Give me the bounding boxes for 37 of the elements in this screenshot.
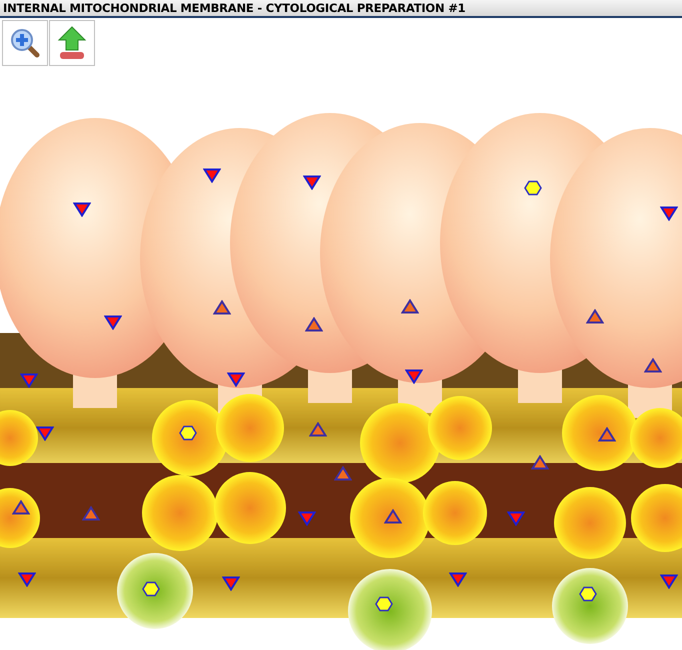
down-triangle-marker[interactable] bbox=[36, 426, 54, 441]
up-triangle-marker[interactable] bbox=[82, 506, 100, 521]
up-triangle-marker[interactable] bbox=[334, 466, 352, 481]
down-triangle-marker[interactable] bbox=[203, 168, 221, 183]
up-triangle-marker[interactable] bbox=[12, 500, 30, 515]
down-triangle-marker[interactable] bbox=[405, 369, 423, 384]
up-triangle-marker[interactable] bbox=[401, 299, 419, 314]
up-arrow-icon bbox=[56, 26, 88, 60]
up-triangle-marker[interactable] bbox=[531, 455, 549, 470]
hexagon-marker[interactable] bbox=[375, 596, 393, 612]
hexagon-marker[interactable] bbox=[524, 180, 542, 196]
up-triangle-marker[interactable] bbox=[309, 422, 327, 437]
down-triangle-marker[interactable] bbox=[449, 572, 467, 587]
down-triangle-marker[interactable] bbox=[73, 202, 91, 217]
down-triangle-marker[interactable] bbox=[303, 175, 321, 190]
hexagon-marker[interactable] bbox=[579, 586, 597, 602]
hexagon-marker[interactable] bbox=[142, 581, 160, 597]
hexagon-marker[interactable] bbox=[179, 425, 197, 441]
magnifier-plus-icon bbox=[9, 27, 41, 59]
window-title: INTERNAL MITOCHONDRIAL MEMBRANE - CYTOLOGICAL PREPARATION #1 bbox=[3, 1, 466, 15]
down-triangle-marker[interactable] bbox=[227, 372, 245, 387]
up-triangle-marker[interactable] bbox=[598, 427, 616, 442]
down-triangle-marker[interactable] bbox=[298, 511, 316, 526]
up-triangle-marker[interactable] bbox=[384, 509, 402, 524]
up-triangle-marker[interactable] bbox=[305, 317, 323, 332]
up-triangle-marker[interactable] bbox=[586, 309, 604, 324]
upload-button[interactable] bbox=[49, 20, 95, 66]
zoom-in-button[interactable] bbox=[2, 20, 48, 66]
down-triangle-marker[interactable] bbox=[660, 206, 678, 221]
up-triangle-marker[interactable] bbox=[644, 358, 662, 373]
down-triangle-marker[interactable] bbox=[660, 574, 678, 589]
up-triangle-marker[interactable] bbox=[213, 300, 231, 315]
down-triangle-marker[interactable] bbox=[222, 576, 240, 591]
down-triangle-marker[interactable] bbox=[507, 511, 525, 526]
down-triangle-marker[interactable] bbox=[20, 373, 38, 388]
down-triangle-marker[interactable] bbox=[18, 572, 36, 587]
down-triangle-marker[interactable] bbox=[104, 315, 122, 330]
